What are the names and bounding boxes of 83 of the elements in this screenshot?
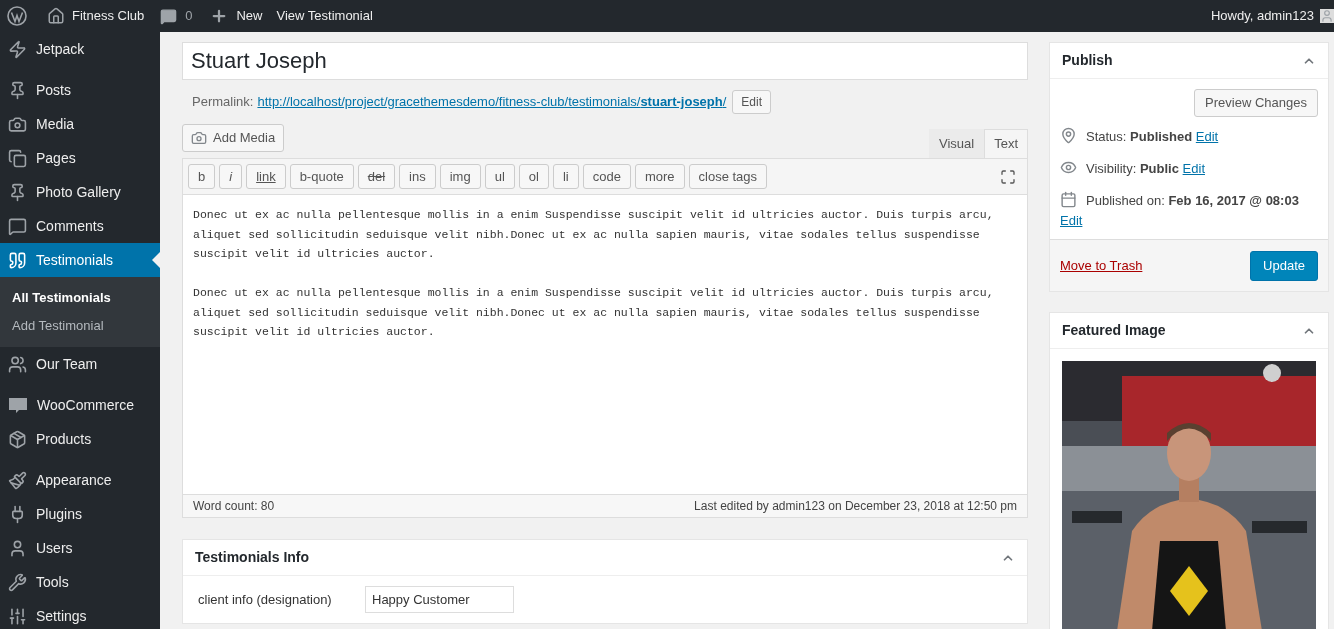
box-icon [8, 429, 27, 449]
quote-icon [8, 250, 27, 270]
pin-icon [8, 80, 27, 100]
permalink-link[interactable]: http://localhost/project/gracethemesdemo/fitness-club/testimonials/stuart-joseph/ [257, 92, 727, 112]
field-label: client info (designation) [198, 590, 333, 609]
publish-info-text: Visibility: Public [1086, 161, 1179, 176]
quicktag-button[interactable]: li [552, 164, 579, 189]
editor-tab[interactable]: Visual [928, 129, 985, 158]
quicktag-button[interactable]: more [634, 164, 685, 189]
comment-icon [160, 7, 178, 25]
view-link[interactable]: View Testimonial [276, 6, 373, 26]
sidebar-item[interactable]: Posts [0, 73, 160, 107]
editor-paragraph: Donec ut ex ac nulla pellentesque mollis in a enim Suspendisse suscipit velit id ultricies auctor. Duis turpis arcu, aliquet sed sollicitudin seduisque velit nibh.Donec ut ex ac nulla sapien mauris, vitae sodales tellus suspendisse suscipit velit id ultricies auctor. [193, 285, 995, 340]
sidebar-item[interactable]: Products [0, 422, 160, 456]
sidebar-item[interactable]: Appearance [0, 463, 160, 497]
sidebar-item[interactable]: Photo Gallery [0, 175, 160, 209]
paintbrush-icon [8, 470, 27, 490]
sidebar-item[interactable]: Users [0, 531, 160, 565]
edit-button[interactable]: Edit [732, 90, 772, 114]
home-icon [47, 7, 65, 25]
designation-field[interactable]: Happy Customer [365, 586, 514, 613]
publish-info-text: Status: Published [1086, 129, 1193, 144]
sidebar-item[interactable]: Comments [0, 209, 160, 243]
add-media-button[interactable]: Add Media [182, 124, 285, 152]
permalink-label: Permalink: [192, 93, 254, 112]
quicktag-button[interactable]: ul [484, 164, 515, 189]
quicktag-button[interactable]: img [439, 164, 481, 189]
sidebar-item[interactable]: Pages [0, 141, 160, 175]
calendar-icon [1060, 191, 1077, 208]
last-edited-text: Last edited by admin123 on December 23, 2018 at 12:50 pm [694, 498, 1017, 515]
new-link[interactable]: New [236, 6, 263, 26]
panel-title: Testimonials Info [195, 548, 310, 567]
edit-link[interactable]: Edit [1195, 129, 1219, 144]
panel-title: Featured Image [1062, 321, 1166, 340]
sidebar-item[interactable]: WooCommerce [0, 388, 160, 422]
fullscreen-icon[interactable] [1000, 168, 1016, 185]
panel-title: Publish [1062, 51, 1113, 70]
current-pointer-icon [152, 252, 160, 268]
quicktag-button[interactable]: ol [518, 164, 549, 189]
wrench-icon [8, 572, 27, 592]
sidebar-item[interactable]: Our Team [0, 347, 160, 381]
editor-tab[interactable]: Text [984, 129, 1028, 158]
text-editor[interactable] [182, 195, 1028, 495]
quicktag-button[interactable]: ins [399, 164, 436, 189]
sidebar-item[interactable]: Tools [0, 565, 160, 599]
move-to-trash-link[interactable]: Move to Trash [1060, 255, 1143, 276]
sliders-icon [8, 606, 27, 626]
quicktag-button[interactable]: b [188, 164, 216, 189]
quicktag-button[interactable]: del [357, 164, 396, 189]
update-button[interactable]: Update [1250, 250, 1318, 281]
quicktag-button[interactable]: link [246, 164, 286, 189]
edit-link[interactable]: Edit [1182, 161, 1205, 176]
editor-paragraph: Donec ut ex ac nulla pellentesque mollis in a enim Suspendisse suscipit velit id ultricies auctor. Duis turpis arcu, aliquet sed sollicitudin seduisque velit nibh.Donec ut ex ac nulla sapien mauris, vitae sodales tellus suspendisse suscipit velit id ultricies auctor. [193, 207, 995, 262]
word-count: Word count: 80 [193, 498, 275, 515]
avatar-icon [1320, 9, 1334, 23]
user-icon [8, 538, 27, 558]
quicktag-button[interactable]: b-quote [289, 164, 354, 189]
site-name-link[interactable]: Fitness Club [72, 6, 145, 26]
edit-link[interactable]: Edit [1060, 213, 1083, 228]
pin-icon [1060, 127, 1077, 144]
sidebar-item[interactable]: Testimonials [0, 243, 160, 277]
quicktag-button[interactable]: close tags [688, 164, 768, 189]
comment-icon [8, 216, 27, 236]
quicktag-button[interactable]: i [219, 164, 243, 189]
sidebar-item[interactable]: Settings [0, 599, 160, 629]
title-field[interactable]: Stuart Joseph [182, 42, 1028, 80]
wordpress-logo-icon[interactable] [7, 6, 27, 26]
sidebar-item[interactable]: Jetpack [0, 32, 160, 66]
preview-changes-button[interactable]: Preview Changes [1194, 89, 1318, 117]
greeting-link[interactable]: Howdy, admin123 [1210, 6, 1314, 26]
comment-count[interactable]: 0 [185, 6, 193, 26]
sidebar-item[interactable]: Media [0, 107, 160, 141]
sidebar-item[interactable]: Plugins [0, 497, 160, 531]
media-icon [8, 114, 27, 134]
team-icon [8, 354, 27, 374]
quicktag-button[interactable]: code [582, 164, 631, 189]
media-icon [191, 130, 207, 146]
submenu-item[interactable]: Add Testimonial [0, 312, 160, 340]
publish-info-text: Published on: Feb 16, 2017 @ 08:03 [1086, 193, 1299, 208]
eye-icon [1060, 159, 1077, 176]
pin-icon [8, 182, 27, 202]
pages-icon [8, 148, 27, 168]
submenu-item[interactable]: All Testimonials [0, 284, 160, 312]
